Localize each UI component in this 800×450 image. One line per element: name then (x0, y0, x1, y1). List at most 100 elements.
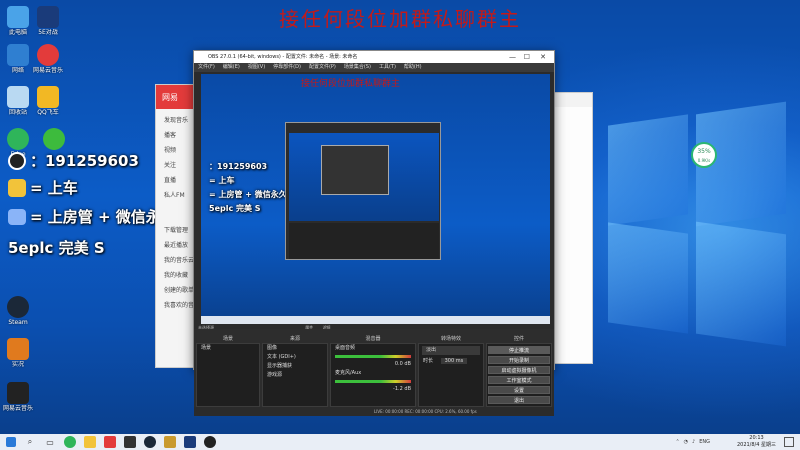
minimize-icon[interactable]: — (509, 51, 516, 63)
mixer-track-name: 麦克风/Aux (335, 370, 362, 376)
desktop-icon-label: 网易云音乐 (32, 67, 63, 74)
recycle-bin-icon (7, 86, 29, 108)
source-item[interactable]: 游戏源 (263, 371, 327, 380)
desktop-icon-csgo[interactable]: 网易云音乐 (0, 382, 36, 413)
netease-right-header (549, 93, 592, 107)
audio-meter (335, 380, 411, 383)
volume-icon[interactable]: ♪ (692, 439, 695, 445)
mixer-track-level: 0.0 dB (394, 361, 411, 367)
netease-music-icon (37, 44, 59, 66)
transition-duration[interactable]: 时长 300 ms (419, 357, 483, 366)
duration-value[interactable]: 300 ms (440, 358, 468, 364)
obs-preview[interactable]: 接任何段位加群私聊群主 ：191259603 = 上车 = 上房管 + 微信永久… (201, 74, 550, 324)
chevron-up-icon[interactable]: ⌃ (675, 439, 679, 445)
menu-edit[interactable]: 编辑(E) (223, 63, 240, 72)
nested-docks (289, 223, 439, 259)
wifi-icon[interactable]: ◔ (684, 439, 688, 445)
overlay-qq-number: ：191259603 (30, 152, 139, 170)
steam-icon (7, 296, 29, 318)
desktop-icon-label: QQ飞车 (37, 109, 59, 116)
desktop-icon-label: 5E对战 (38, 29, 58, 36)
menu-docks[interactable]: 停靠部件(D) (273, 63, 301, 72)
screen-icon (8, 208, 26, 225)
menu-profile[interactable]: 配置文件(P) (309, 63, 336, 72)
language-indicator[interactable]: ENG (699, 439, 710, 445)
obs-docks: 场景 场景 来源 图像 文本 (GDI+) 显示器捕获 游戏源 混音器 桌面音频… (194, 329, 554, 407)
desktop-icon-5e[interactable]: 5E对战 (30, 6, 66, 37)
source-item[interactable]: 文本 (GDI+) (263, 353, 327, 362)
steam-taskbar-icon[interactable] (144, 436, 156, 448)
menu-file[interactable]: 文件(F) (198, 63, 215, 72)
qq-speed-icon (37, 86, 59, 108)
transitions-dock[interactable]: 转场特效 淡出 时长 300 ms (418, 336, 484, 407)
task-view-icon[interactable]: ▭ (44, 436, 56, 448)
desktop-icon-label: 网易云音乐 (2, 405, 33, 412)
mixer-dock[interactable]: 混音器 桌面音频 0.0 dB 麦克风/Aux -1.2 dB (330, 336, 416, 407)
menu-tools[interactable]: 工具(T) (379, 63, 396, 72)
menu-view[interactable]: 视图(V) (248, 63, 265, 72)
sources-dock-title: 来源 (289, 336, 300, 342)
obs-titlebar[interactable]: OBS 27.0.1 (64-bit, windows) - 配置文件: 未命名… (194, 51, 554, 63)
obs-title-text: OBS 27.0.1 (64-bit, windows) - 配置文件: 未命名… (208, 54, 358, 60)
csgo-icon (7, 382, 29, 404)
scenes-dock[interactable]: 场景 场景 (196, 336, 260, 407)
clock-time: 20:13 (749, 435, 764, 441)
desktop-icon-label: 实况 (11, 361, 24, 368)
taskbar: ⌕ ▭ ⌃ ◔ ♪ ENG 20:13 2021/8/4 星期三 (0, 434, 800, 450)
studio-mode-button[interactable]: 工作室模式 (488, 376, 550, 384)
nested-obs-capture (285, 122, 441, 260)
network-icon (7, 44, 29, 66)
obs-window[interactable]: OBS 27.0.1 (64-bit, windows) - 配置文件: 未命名… (193, 50, 555, 416)
exit-button[interactable]: 退出 (488, 396, 550, 404)
5e-icon (37, 6, 59, 28)
network-speed-widget[interactable]: 35% 0.9K/s (691, 142, 717, 168)
obs-menubar: 文件(F) 编辑(E) 视图(V) 停靠部件(D) 配置文件(P) 场景集合(S… (194, 63, 554, 72)
menu-scene-collection[interactable]: 场景集合(S) (344, 63, 371, 72)
stream-banner: 接任何段位加群私聊群主 (279, 7, 521, 31)
maximize-icon[interactable]: ☐ (524, 51, 530, 63)
qq-icon (8, 151, 26, 170)
netease-taskbar-icon[interactable] (104, 436, 116, 448)
source-item[interactable]: 显示器捕获 (263, 362, 327, 371)
close-icon[interactable]: ✕ (540, 51, 546, 63)
windows-start-icon[interactable] (6, 437, 16, 447)
scenes-dock-title: 场景 (222, 336, 233, 342)
desktop-icon-label: Steam (8, 319, 28, 326)
5e-taskbar-icon[interactable] (184, 436, 196, 448)
mixer-track-level: -1.2 dB (393, 386, 411, 392)
desktop-icon-netease[interactable]: 网易云音乐 (30, 44, 66, 75)
menu-help[interactable]: 帮助(H) (404, 63, 422, 72)
virtual-camera-button[interactable]: 启动虚拟摄像机 (488, 366, 550, 374)
start-recording-button[interactable]: 开始录制 (488, 356, 550, 364)
desktop-icon-wechat[interactable] (36, 128, 72, 150)
edge-taskbar-icon[interactable] (64, 436, 76, 448)
explorer-taskbar-icon[interactable] (84, 436, 96, 448)
speed-value: 0.9K/s (697, 158, 711, 163)
transitions-dock-title: 转场特效 (440, 336, 461, 342)
notification-icon[interactable] (784, 437, 794, 447)
computer-icon (7, 6, 29, 28)
edge-icon (7, 128, 29, 150)
stop-streaming-button[interactable]: 停止推流 (488, 346, 550, 354)
preview-taskbar (201, 316, 550, 324)
source-item[interactable]: 图像 (263, 344, 327, 353)
windows-logo-pane (608, 114, 688, 226)
pencil-icon (8, 178, 26, 197)
sources-dock[interactable]: 来源 图像 文本 (GDI+) 显示器捕获 游戏源 (262, 336, 328, 407)
taskbar-clock[interactable]: 20:13 2021/8/4 星期三 (737, 435, 776, 449)
windows-logo-pane (608, 222, 688, 334)
mixer-track-name: 桌面音频 (335, 345, 356, 351)
desktop-icon-game[interactable]: 实况 (0, 338, 36, 369)
perfect-taskbar-icon[interactable] (124, 436, 136, 448)
scene-item[interactable]: 场景 (197, 344, 259, 353)
app-taskbar-icon[interactable] (164, 436, 176, 448)
desktop-icon-qqspeed[interactable]: QQ飞车 (30, 86, 66, 117)
duration-label: 时长 (423, 358, 434, 364)
mixer-dock-title: 混音器 (365, 336, 381, 342)
search-icon[interactable]: ⌕ (24, 436, 36, 448)
settings-button[interactable]: 设置 (488, 386, 550, 394)
transition-type[interactable]: 淡出 (422, 346, 480, 355)
controls-dock[interactable]: 控件 停止推流 开始录制 启动虚拟摄像机 工作室模式 设置 退出 (486, 336, 552, 407)
obs-taskbar-icon[interactable] (204, 436, 216, 448)
desktop-icon-steam[interactable]: Steam (0, 296, 36, 327)
